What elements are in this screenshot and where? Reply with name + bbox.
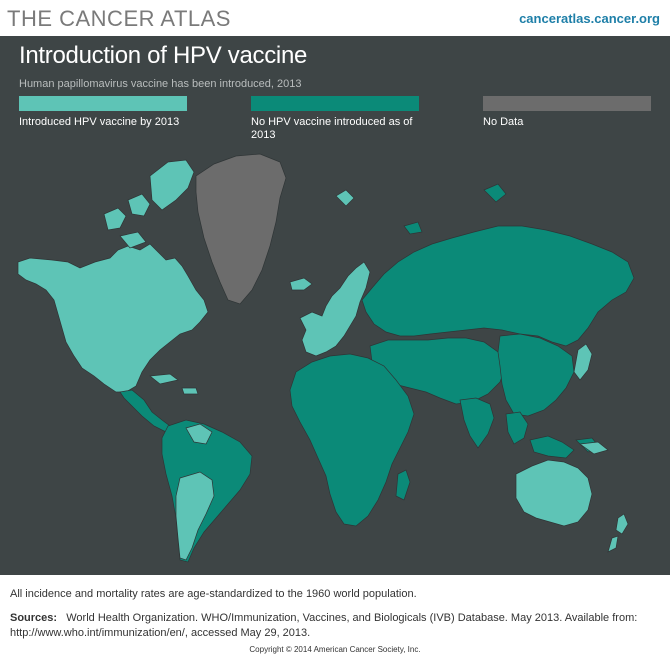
region-africa[interactable] <box>289 353 415 527</box>
region-madagascar[interactable] <box>395 469 411 501</box>
region-arctic-russia-islands[interactable] <box>403 183 507 235</box>
region-central-america[interactable] <box>119 389 171 433</box>
region-east-asia[interactable] <box>497 333 575 417</box>
region-canadian-arctic-islands[interactable] <box>103 159 195 249</box>
site-link[interactable]: canceratlas.cancer.org <box>519 11 660 26</box>
region-svalbard[interactable] <box>335 189 355 207</box>
region-russia-eastern-europe[interactable] <box>361 225 635 347</box>
region-caribbean[interactable] <box>149 373 199 395</box>
legend-label-introduced: Introduced HPV vaccine by 2013 <box>19 116 180 128</box>
legend-item-no-data: No Data <box>483 96 651 129</box>
map-title: Introduction of HPV vaccine <box>19 42 308 69</box>
region-north-america[interactable] <box>17 243 209 393</box>
footer-note: All incidence and mortality rates are ag… <box>10 588 417 600</box>
brand-logo-text: THE CANCER ATLAS <box>7 6 231 31</box>
map-subtitle: Human papillomavirus vaccine has been in… <box>19 78 302 90</box>
region-greenland[interactable] <box>195 153 287 305</box>
legend-label-no-data: No Data <box>483 116 524 128</box>
region-new-zealand[interactable] <box>607 513 629 553</box>
legend-swatch-introduced <box>19 96 187 111</box>
sources: Sources: World Health Organization. WHO/… <box>10 611 660 641</box>
legend-swatch-no-data <box>483 96 651 111</box>
region-iceland[interactable] <box>289 277 313 291</box>
region-western-europe[interactable] <box>299 261 371 357</box>
region-australia[interactable] <box>515 459 593 527</box>
top-bar: THE CANCER ATLAS canceratlas.cancer.org <box>0 0 670 36</box>
region-south-asia[interactable] <box>459 397 495 449</box>
legend-swatch-not-introduced <box>251 96 419 111</box>
world-map <box>17 153 635 563</box>
copyright: Copyright © 2014 American Cancer Society… <box>249 645 421 654</box>
legend-label-not-introduced: No HPV vaccine introduced as of 2013 <box>251 116 413 141</box>
region-japan[interactable] <box>573 343 593 381</box>
region-southeast-asia[interactable] <box>505 411 601 459</box>
sources-label: Sources: <box>10 612 58 624</box>
legend-item-introduced: Introduced HPV vaccine by 2013 <box>19 96 187 129</box>
sources-text: World Health Organization. WHO/Immunizat… <box>10 612 638 639</box>
legend-item-not-introduced: No HPV vaccine introduced as of 2013 <box>251 96 419 142</box>
